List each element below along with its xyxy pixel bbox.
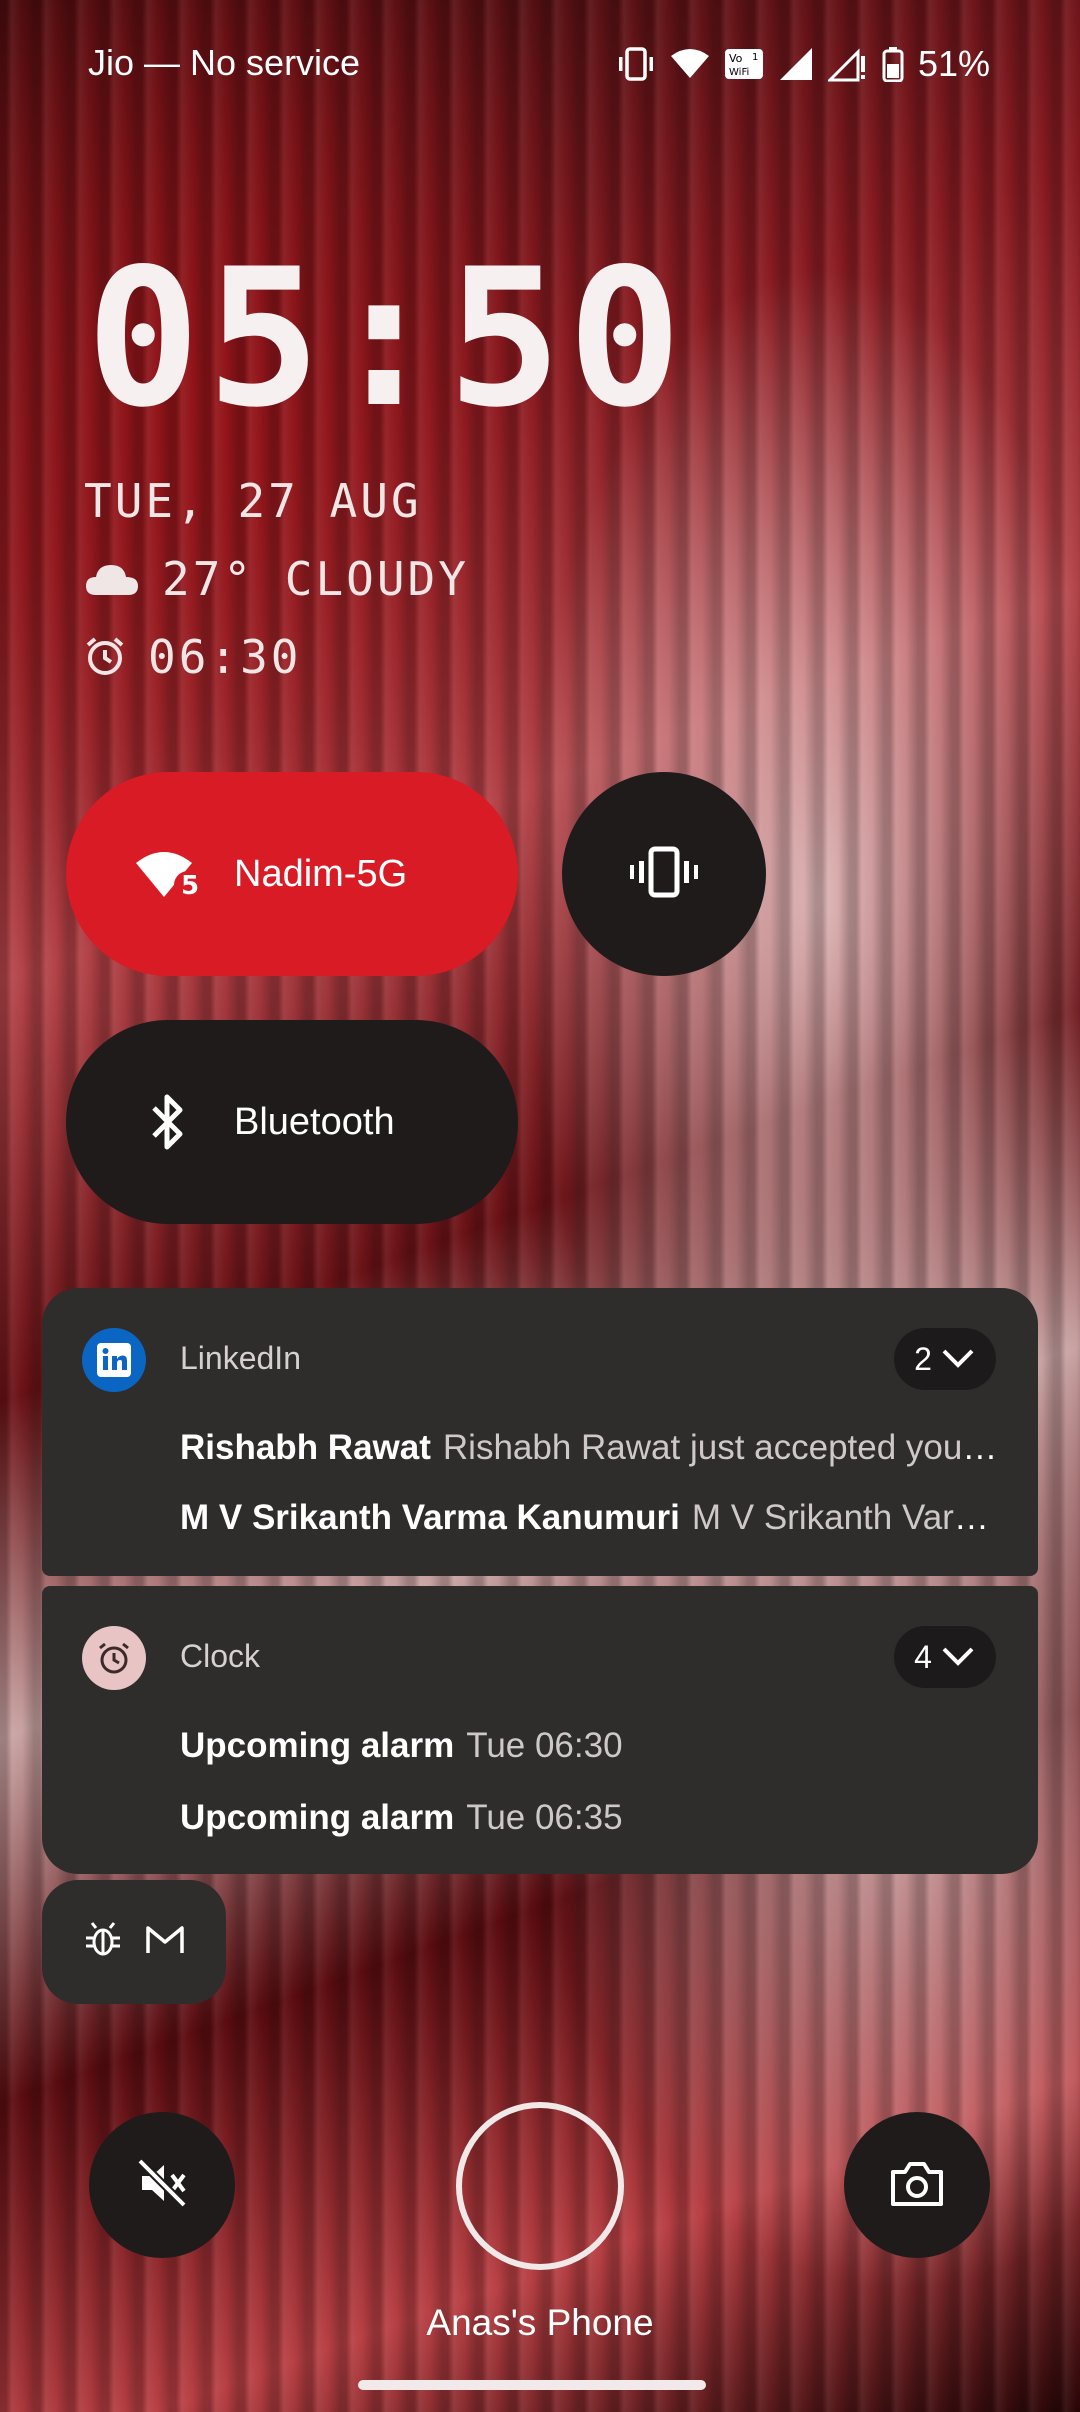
wifi-icon bbox=[670, 48, 710, 80]
vowifi-icon: Vo WiFi 1 bbox=[724, 46, 764, 82]
notification-row[interactable]: M V Srikanth Varma Kanumuri M V Srikanth … bbox=[180, 1498, 998, 1538]
alarm-line: 06:30 bbox=[84, 630, 301, 688]
linkedin-icon bbox=[82, 1328, 146, 1392]
clock-app-icon bbox=[82, 1626, 146, 1690]
wifi-tile-label: Nadim-5G bbox=[234, 852, 408, 895]
svg-text:WiFi: WiFi bbox=[729, 67, 749, 78]
alarm-icon bbox=[84, 634, 126, 688]
battery-percent: 51% bbox=[917, 43, 990, 84]
notification-app-name: LinkedIn bbox=[180, 1340, 301, 1376]
notification-sender: Upcoming alarm bbox=[180, 1726, 455, 1765]
carrier-label: Jio — No service bbox=[88, 42, 361, 83]
vibrate-tile[interactable] bbox=[562, 772, 766, 976]
svg-text:5: 5 bbox=[181, 871, 199, 899]
notification-sender: M V Srikanth Varma Kanumuri bbox=[180, 1498, 680, 1537]
more-notifications-pill[interactable] bbox=[42, 1880, 226, 2004]
gmail-icon bbox=[145, 1924, 185, 1961]
volume-off-icon bbox=[134, 2155, 190, 2216]
fingerprint-unlock-ring[interactable] bbox=[456, 2102, 624, 2270]
notification-count: 2 bbox=[914, 1340, 932, 1377]
home-indicator[interactable] bbox=[358, 2380, 706, 2390]
vibrate-icon bbox=[629, 846, 699, 903]
notification-row[interactable]: Upcoming alarm Tue 06:30 bbox=[180, 1726, 998, 1766]
notification-row[interactable]: Rishabh Rawat Rishabh Rawat just accepted… bbox=[180, 1428, 998, 1468]
notification-message: M V Srikanth Varma Kanumuri bbox=[691, 1498, 998, 1537]
notification-message: Tue 06:35 bbox=[466, 1798, 623, 1837]
svg-text:Vo: Vo bbox=[729, 52, 743, 65]
notification-sender: Upcoming alarm bbox=[180, 1798, 455, 1837]
notification-message: Rishabh Rawat just accepted your invitat… bbox=[442, 1428, 998, 1467]
wifi-tile[interactable]: 5 Nadim-5G bbox=[66, 772, 518, 976]
camera-icon bbox=[889, 2158, 945, 2213]
camera-button[interactable] bbox=[844, 2112, 990, 2258]
weather-line: 27° CLOUDY bbox=[84, 552, 469, 610]
notification-message: Tue 06:30 bbox=[466, 1726, 623, 1765]
battery-icon bbox=[882, 46, 904, 82]
cloud-icon bbox=[84, 556, 140, 610]
expand-button[interactable]: 4 bbox=[894, 1626, 996, 1688]
alarm-text: 06:30 bbox=[148, 630, 302, 684]
status-bar: Jio — No service Vo WiFi 1 51% bbox=[0, 38, 1080, 90]
bluetooth-tile-label: Bluetooth bbox=[234, 1100, 395, 1143]
notification-sender: Rishabh Rawat bbox=[180, 1428, 431, 1467]
chevron-down-icon bbox=[940, 1639, 976, 1676]
weather-text: 27° CLOUDY bbox=[162, 552, 469, 606]
notification-row[interactable]: Upcoming alarm Tue 06:35 bbox=[180, 1798, 998, 1838]
signal-no-service-icon bbox=[827, 46, 868, 82]
lock-date: TUE, 27 AUG bbox=[84, 474, 422, 528]
owner-label: Anas's Phone bbox=[426, 2302, 654, 2343]
wifi-5g-icon: 5 bbox=[126, 832, 210, 916]
bug-icon bbox=[83, 1920, 123, 1965]
linkedin-notification[interactable]: LinkedIn 2 Rishabh Rawat Rishabh Rawat ju… bbox=[42, 1288, 1038, 1576]
chevron-down-icon bbox=[940, 1341, 976, 1378]
bluetooth-tile[interactable]: Bluetooth bbox=[66, 1020, 518, 1224]
clock-notification[interactable]: Clock 4 Upcoming alarm Tue 06:30 Upcoming… bbox=[42, 1586, 1038, 1874]
notification-count: 4 bbox=[914, 1638, 932, 1675]
vibrate-icon bbox=[616, 46, 656, 82]
lock-clock: 05:50 bbox=[86, 228, 688, 449]
svg-text:1: 1 bbox=[752, 52, 758, 63]
mute-button[interactable] bbox=[89, 2112, 235, 2258]
status-icons: Vo WiFi 1 51% bbox=[616, 38, 990, 90]
notification-app-name: Clock bbox=[180, 1638, 261, 1674]
signal-icon bbox=[778, 46, 814, 82]
expand-button[interactable]: 2 bbox=[894, 1328, 996, 1390]
bluetooth-icon bbox=[126, 1080, 210, 1164]
